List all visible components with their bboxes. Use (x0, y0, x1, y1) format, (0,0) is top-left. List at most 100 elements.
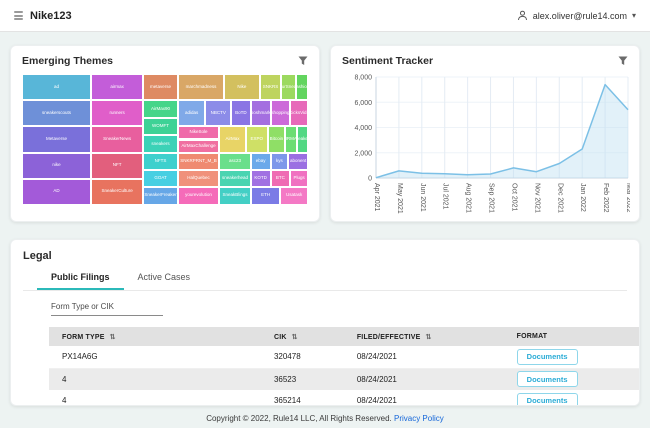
treemap-tile[interactable]: Nike (224, 74, 260, 100)
treemap-tile[interactable]: sneakers (143, 135, 178, 152)
treemap-tile[interactable]: Usatask (280, 187, 308, 205)
svg-text:Oct 2021: Oct 2021 (510, 183, 517, 212)
treemap-tile[interactable]: BTC (271, 170, 291, 187)
documents-button[interactable]: Documents (517, 371, 578, 387)
treemap-tile[interactable]: SneakerCulture (91, 179, 143, 205)
treemap-tile[interactable]: asc23 (219, 153, 251, 170)
privacy-policy-link[interactable]: Privacy Policy (394, 414, 444, 423)
treemap-tile[interactable]: sneakerhead (219, 170, 251, 187)
treemap-tile[interactable]: NikeSole (178, 126, 219, 139)
treemap-tile[interactable]: AirMax90 (143, 100, 178, 118)
treemap-tile[interactable]: WOMFT (143, 118, 178, 135)
treemap-tile[interactable]: airmax (91, 74, 143, 100)
svg-text:Nov 2021: Nov 2021 (533, 183, 540, 213)
filings-table: FORM TYPE⇅ CIK⇅ FILED/EFFECTIVE⇅ FORMAT … (49, 327, 640, 406)
brand-wrap: Nike123 (14, 10, 72, 22)
filter-icon[interactable] (618, 56, 628, 66)
treemap-tile[interactable]: HalQuebec (178, 170, 219, 187)
sort-icon: ⇅ (426, 334, 432, 341)
treemap-tile[interactable]: marchmadness (178, 74, 224, 100)
svg-text:Feb 2022: Feb 2022 (602, 183, 609, 213)
treemap-tile[interactable]: KicksVids (290, 100, 308, 126)
documents-button[interactable]: Documents (517, 349, 578, 365)
svg-text:Mar 2022: Mar 2022 (625, 183, 630, 213)
treemap-tile[interactable]: KOTD (251, 170, 271, 187)
svg-text:Jul 2021: Jul 2021 (442, 183, 449, 210)
col-cik[interactable]: CIK⇅ (274, 327, 357, 346)
copyright-text: Copyright © 2022, Rule14 LLC, All Rights… (206, 414, 392, 423)
treemap-tile[interactable]: ad (22, 74, 91, 100)
treemap-tile[interactable]: poshmark (251, 100, 271, 126)
treemap-tile[interactable]: NBCTV (205, 100, 231, 126)
treemap: adsneakerscoutsMetaversenikeAD airmaxrunn… (22, 74, 308, 205)
svg-text:May 2021: May 2021 (396, 183, 403, 214)
user-icon (517, 10, 528, 21)
treemap-tile[interactable]: Plugs (290, 170, 308, 187)
svg-text:8,000: 8,000 (354, 75, 372, 82)
svg-text:0: 0 (368, 176, 372, 183)
legal-card: Legal Public Filings Active Cases FORM T… (10, 239, 640, 406)
filter-icon[interactable] (298, 56, 308, 66)
treemap-tile[interactable]: SneakerFreaker (143, 187, 178, 205)
treemap-tile[interactable]: fashion (296, 74, 308, 100)
sort-icon: ⇅ (110, 334, 116, 341)
treemap-tile[interactable]: YourSneaks (281, 74, 296, 100)
treemap-tile[interactable]: Sneakerly (297, 126, 308, 152)
sentiment-chart: 02,0004,0006,0008,000Apr 2021May 2021Jun… (342, 70, 630, 220)
table-row: PX14A6G32047808/24/2021Documents (49, 346, 640, 368)
sort-icon: ⇅ (292, 334, 298, 341)
treemap-tile[interactable]: AD (22, 179, 91, 205)
treemap-tile[interactable]: nike (22, 153, 91, 179)
treemap-tile[interactable]: kys (271, 153, 289, 170)
sentiment-tracker-title: Sentiment Tracker (342, 55, 433, 67)
col-format: FORMAT (517, 327, 640, 346)
treemap-tile[interactable]: runners (91, 100, 143, 126)
treemap-tile[interactable]: EXPO (246, 126, 268, 152)
treemap-tile[interactable]: AIRMAS (285, 126, 297, 152)
treemap-tile[interactable]: ETH (251, 187, 281, 205)
treemap-tile[interactable]: SneakerNews (91, 126, 143, 152)
treemap-tile[interactable]: SneakBlings (219, 187, 251, 205)
svg-text:Dec 2021: Dec 2021 (556, 183, 563, 213)
col-filed-effective[interactable]: FILED/EFFECTIVE⇅ (357, 327, 517, 346)
treemap-tile[interactable]: sneakerscouts (22, 100, 91, 126)
table-row: 436521408/24/2021Documents (49, 390, 640, 406)
svg-text:2,000: 2,000 (354, 150, 372, 157)
treemap-tile[interactable]: metaverse (143, 74, 178, 100)
svg-text:4,000: 4,000 (354, 125, 372, 132)
treemap-tile[interactable]: NFT (91, 153, 143, 179)
svg-text:Apr 2021: Apr 2021 (373, 183, 380, 212)
main-content: Emerging Themes adsneakerscoutsMetaverse… (0, 32, 650, 423)
table-header-row: FORM TYPE⇅ CIK⇅ FILED/EFFECTIVE⇅ FORMAT (49, 327, 640, 346)
treemap-tile[interactable]: yourevolution (178, 187, 219, 205)
svg-text:Sep 2021: Sep 2021 (488, 183, 495, 213)
treemap-tile[interactable]: shopping (271, 100, 291, 126)
treemap-tile[interactable]: abonent (288, 153, 308, 170)
treemap-tile[interactable]: Metaverse (22, 126, 91, 152)
treemap-tile[interactable]: SNKRS (260, 74, 282, 100)
treemap-tile[interactable]: Bitcoin (268, 126, 286, 152)
col-form-type[interactable]: FORM TYPE⇅ (49, 327, 274, 346)
tab-public-filings[interactable]: Public Filings (37, 269, 124, 290)
form-type-cik-input[interactable] (51, 300, 163, 316)
user-menu[interactable]: alex.oliver@rule14.com ▾ (517, 10, 636, 21)
treemap-tile[interactable]: SNKRPRNT_M_B (178, 153, 219, 170)
emerging-themes-title: Emerging Themes (22, 55, 113, 67)
treemap-tile[interactable]: GOAT (143, 170, 178, 187)
treemap-tile[interactable]: AirMaxChallenge (178, 140, 219, 153)
legal-title: Legal (23, 250, 627, 262)
documents-button[interactable]: Documents (517, 393, 578, 406)
treemap-tile[interactable]: NFTS (143, 153, 178, 170)
treemap-tile[interactable]: AirMax (219, 126, 246, 152)
hamburger-menu-icon[interactable] (14, 11, 23, 20)
topbar: Nike123 alex.oliver@rule14.com ▾ (0, 0, 650, 32)
svg-text:Jun 2021: Jun 2021 (419, 183, 426, 212)
legal-tabs: Public Filings Active Cases (23, 269, 627, 291)
tab-active-cases[interactable]: Active Cases (124, 269, 205, 290)
svg-text:Aug 2021: Aug 2021 (465, 183, 472, 213)
treemap-tile[interactable]: adidas (178, 100, 206, 126)
user-email: alex.oliver@rule14.com (533, 11, 627, 21)
treemap-tile[interactable]: BoTD (231, 100, 251, 126)
footer: Copyright © 2022, Rule14 LLC, All Rights… (10, 414, 640, 423)
treemap-tile[interactable]: ebay (251, 153, 271, 170)
